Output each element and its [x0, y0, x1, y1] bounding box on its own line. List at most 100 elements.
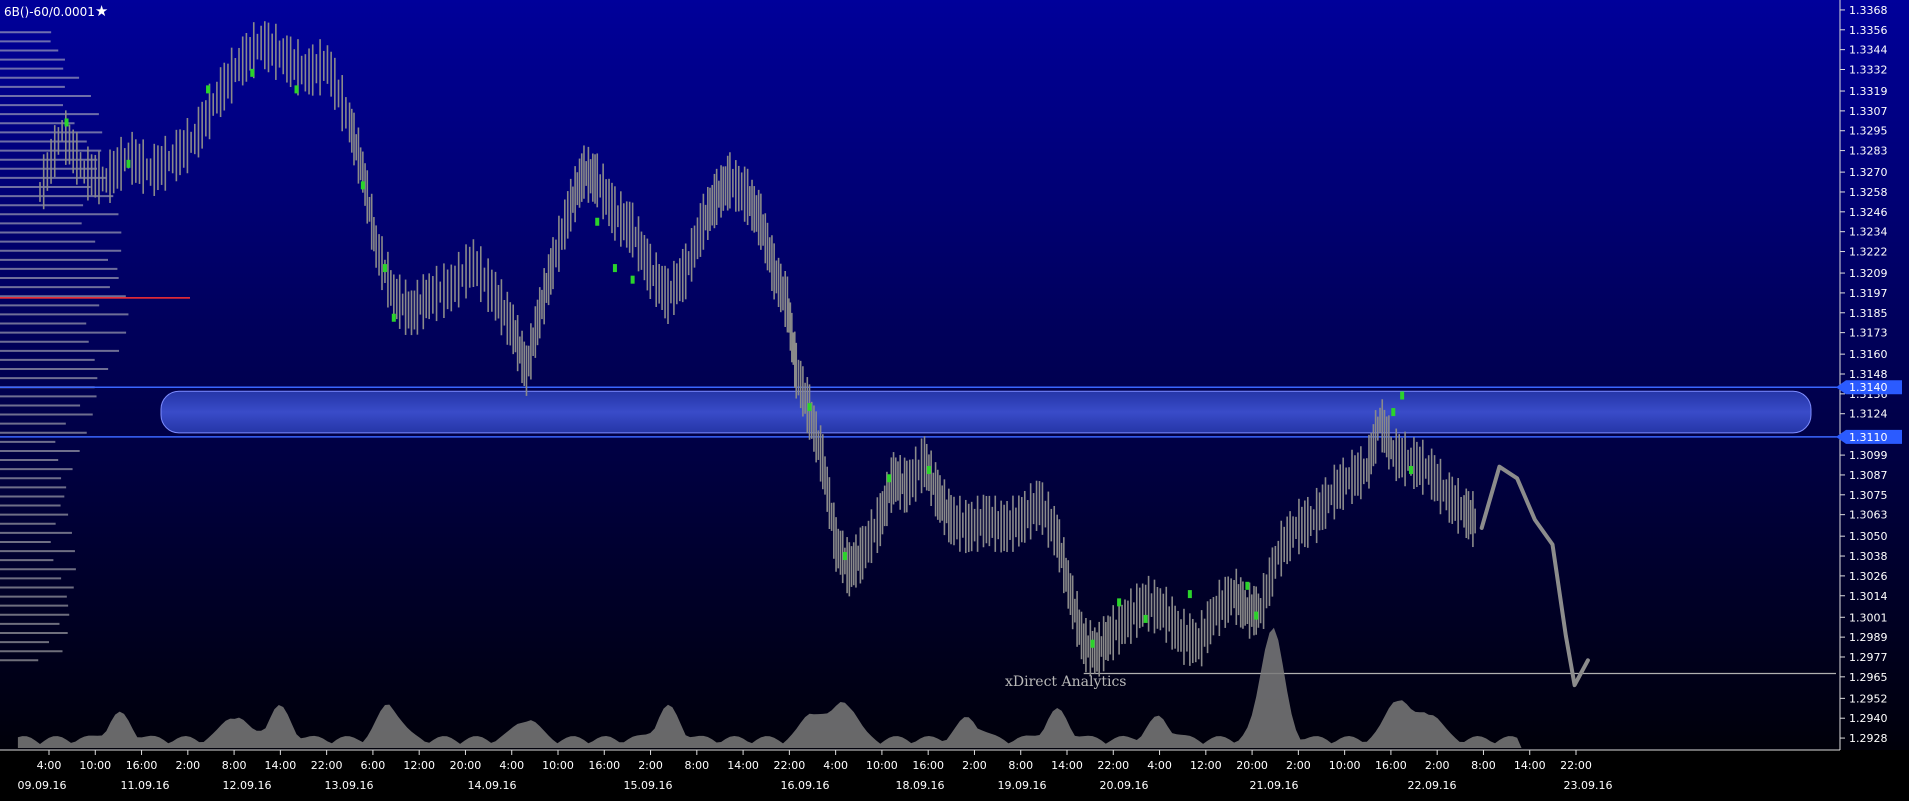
price-tick-label: 1.2940 [1849, 712, 1888, 725]
price-tick-label: 1.3295 [1849, 125, 1888, 138]
date-tick-label: 16.09.16 [781, 779, 830, 792]
highlight-bar [64, 118, 69, 127]
time-tick-label: 20:00 [450, 759, 482, 772]
time-tick-label: 10:00 [866, 759, 898, 772]
price-tick-label: 1.3332 [1849, 64, 1888, 77]
time-tick-label: 16:00 [588, 759, 620, 772]
highlight-bar [612, 264, 617, 273]
highlight-bar [294, 85, 299, 94]
time-tick-label: 16:00 [912, 759, 944, 772]
symbol-label: 6B()-60/0.0001 [4, 5, 95, 19]
resistance-zone[interactable] [160, 390, 1812, 434]
price-tick-label: 1.2977 [1849, 651, 1888, 664]
highlight-bar [382, 264, 387, 273]
price-tick-label: 1.3209 [1849, 267, 1888, 280]
time-tick-label: 22:00 [774, 759, 806, 772]
time-tick-label: 4:00 [1147, 759, 1172, 772]
date-tick-label: 09.09.16 [18, 779, 67, 792]
date-tick-label: 19.09.16 [998, 779, 1047, 792]
price-tick-label: 1.3001 [1849, 611, 1888, 624]
time-tick-label: 8:00 [1008, 759, 1033, 772]
favorite-star-icon[interactable]: ★ [95, 2, 108, 20]
time-tick-label: 10:00 [542, 759, 574, 772]
price-tick-label: 1.3148 [1849, 368, 1888, 381]
time-tick-label: 4:00 [499, 759, 524, 772]
price-tick-label: 1.3222 [1849, 246, 1888, 259]
price-tick-label: 1.3026 [1849, 570, 1888, 583]
time-axis-background [0, 750, 1909, 801]
time-tick-label: 22:00 [311, 759, 343, 772]
price-tick-label: 1.3014 [1849, 590, 1888, 603]
highlight-bar [126, 159, 131, 168]
symbol-title: 6B()-60/0.0001★ [4, 2, 108, 20]
date-tick-label: 23.09.16 [1564, 779, 1613, 792]
price-tick-label: 1.3234 [1849, 226, 1888, 239]
price-tick-label: 1.3270 [1849, 166, 1888, 179]
time-tick-label: 10:00 [1329, 759, 1361, 772]
date-tick-label: 20.09.16 [1100, 779, 1149, 792]
time-tick-label: 2:00 [962, 759, 987, 772]
time-tick-label: 22:00 [1560, 759, 1592, 772]
time-tick-label: 12:00 [1190, 759, 1222, 772]
chart-canvas[interactable]: 1.3368 1.3356 1.3344 1.3332 1.3319 1.3307 1.32… [0, 0, 1909, 801]
date-tick-label: 12.09.16 [223, 779, 272, 792]
zone-price-tag-label: 1.3140 [1849, 381, 1888, 394]
time-tick-label: 16:00 [126, 759, 158, 772]
date-tick-label: 11.09.16 [121, 779, 170, 792]
price-tick-label: 1.2952 [1849, 692, 1888, 705]
price-tick-label: 1.3356 [1849, 24, 1888, 37]
highlight-bar [595, 217, 600, 226]
price-tick-label: 1.3124 [1849, 408, 1888, 421]
highlight-bar [391, 313, 396, 322]
watermark: xDirect Analytics [1005, 674, 1127, 690]
price-tick-label: 1.3319 [1849, 85, 1888, 98]
time-tick-label: 8:00 [222, 759, 247, 772]
price-tick-label: 1.2989 [1849, 631, 1888, 644]
date-tick-label: 22.09.16 [1408, 779, 1457, 792]
highlight-bar [926, 465, 931, 474]
time-tick-label: 4:00 [823, 759, 848, 772]
date-tick-label: 13.09.16 [325, 779, 374, 792]
highlight-bar [1391, 408, 1396, 417]
price-tick-label: 1.3246 [1849, 206, 1888, 219]
time-tick-label: 8:00 [1471, 759, 1496, 772]
price-tick-label: 1.3099 [1849, 449, 1888, 462]
time-tick-label: 14:00 [265, 759, 297, 772]
highlight-bar [1143, 614, 1148, 623]
time-tick-label: 22:00 [1097, 759, 1129, 772]
time-tick-label: 2:00 [638, 759, 663, 772]
price-tick-label: 1.3050 [1849, 530, 1888, 543]
price-tick-label: 1.3160 [1849, 348, 1888, 361]
time-tick-label: 16:00 [1375, 759, 1407, 772]
time-tick-label: 2:00 [1425, 759, 1450, 772]
price-tick-label: 1.3063 [1849, 509, 1888, 522]
time-tick-label: 8:00 [684, 759, 709, 772]
highlight-bar [1400, 391, 1405, 400]
price-tick-label: 1.3344 [1849, 44, 1888, 57]
highlight-bar [1245, 581, 1250, 590]
time-tick-label: 20:00 [1236, 759, 1268, 772]
date-tick-label: 18.09.16 [896, 779, 945, 792]
time-tick-label: 4:00 [37, 759, 62, 772]
chart-window[interactable]: 1.3368 1.3356 1.3344 1.3332 1.3319 1.3307 1.32… [0, 0, 1909, 801]
highlight-bar [250, 68, 255, 77]
price-tick-label: 1.3185 [1849, 307, 1888, 320]
price-tick-label: 1.3173 [1849, 327, 1888, 340]
date-tick-label: 14.09.16 [468, 779, 517, 792]
date-tick-label: 15.09.16 [624, 779, 673, 792]
price-tick-label: 1.3258 [1849, 186, 1888, 199]
price-tick-label: 1.3368 [1849, 4, 1888, 17]
price-tick-label: 1.3087 [1849, 469, 1888, 482]
highlight-bar [1408, 465, 1413, 474]
price-tick-label: 1.3038 [1849, 550, 1888, 563]
time-tick-label: 6:00 [361, 759, 386, 772]
highlight-bar [842, 552, 847, 561]
time-tick-label: 2:00 [1286, 759, 1311, 772]
highlight-bar [630, 275, 635, 284]
time-tick-label: 14:00 [727, 759, 759, 772]
price-tick-label: 1.3075 [1849, 489, 1888, 502]
time-tick-label: 14:00 [1051, 759, 1083, 772]
time-tick-label: 2:00 [175, 759, 200, 772]
price-tick-label: 1.3307 [1849, 105, 1888, 118]
price-tick-label: 1.3283 [1849, 145, 1888, 158]
